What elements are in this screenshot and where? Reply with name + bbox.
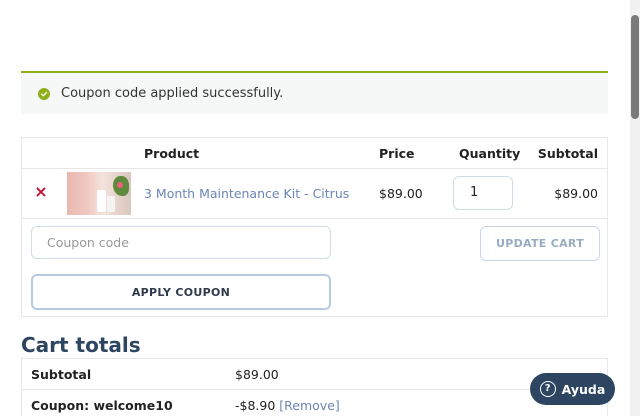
question-circle-icon: ? bbox=[539, 381, 556, 397]
apply-coupon-button[interactable]: APPLY COUPON bbox=[31, 274, 331, 310]
check-circle-icon bbox=[38, 87, 50, 100]
product-thumbnail[interactable] bbox=[67, 172, 131, 215]
update-cart-button[interactable]: UPDATE CART bbox=[480, 226, 600, 261]
scrollbar[interactable] bbox=[630, 0, 640, 416]
header-product: Product bbox=[144, 146, 200, 161]
quantity-input[interactable]: 1 bbox=[453, 176, 513, 210]
scrollbar-thumb[interactable] bbox=[631, 15, 639, 119]
success-notice: Coupon code applied successfully. bbox=[21, 71, 608, 114]
product-subtotal: $89.00 bbox=[554, 186, 598, 201]
cart-table: Product Price Quantity Subtotal × 3 Mont… bbox=[21, 137, 608, 317]
notice-message: Coupon code applied successfully. bbox=[61, 86, 284, 101]
totals-value: -$8.90 [Remove] bbox=[235, 398, 340, 413]
help-button[interactable]: ? Ayuda bbox=[530, 373, 615, 405]
cart-totals-title: Cart totals bbox=[21, 333, 141, 357]
table-row: × 3 Month Maintenance Kit - Citrus $89.0… bbox=[22, 169, 607, 219]
coupon-discount-value: -$8.90 bbox=[235, 398, 276, 413]
help-label: Ayuda bbox=[561, 381, 606, 397]
totals-row-subtotal: Subtotal $89.00 bbox=[22, 359, 607, 390]
totals-label: Coupon: welcome10 bbox=[31, 398, 173, 413]
totals-row-coupon: Coupon: welcome10 -$8.90 [Remove] bbox=[22, 390, 607, 416]
header-quantity: Quantity bbox=[459, 146, 521, 161]
remove-item-icon[interactable]: × bbox=[34, 184, 48, 200]
cart-totals-table: Subtotal $89.00 Coupon: welcome10 -$8.90… bbox=[21, 358, 608, 416]
totals-label: Subtotal bbox=[31, 367, 92, 382]
header-subtotal: Subtotal bbox=[537, 146, 598, 161]
product-price: $89.00 bbox=[379, 186, 423, 201]
remove-coupon-link[interactable]: [Remove] bbox=[279, 398, 339, 413]
cart-table-header: Product Price Quantity Subtotal bbox=[22, 138, 607, 169]
coupon-code-input[interactable]: Coupon code bbox=[31, 226, 331, 259]
product-name-link[interactable]: 3 Month Maintenance Kit - Citrus bbox=[144, 186, 349, 201]
totals-value: $89.00 bbox=[235, 367, 279, 382]
header-price: Price bbox=[379, 146, 415, 161]
